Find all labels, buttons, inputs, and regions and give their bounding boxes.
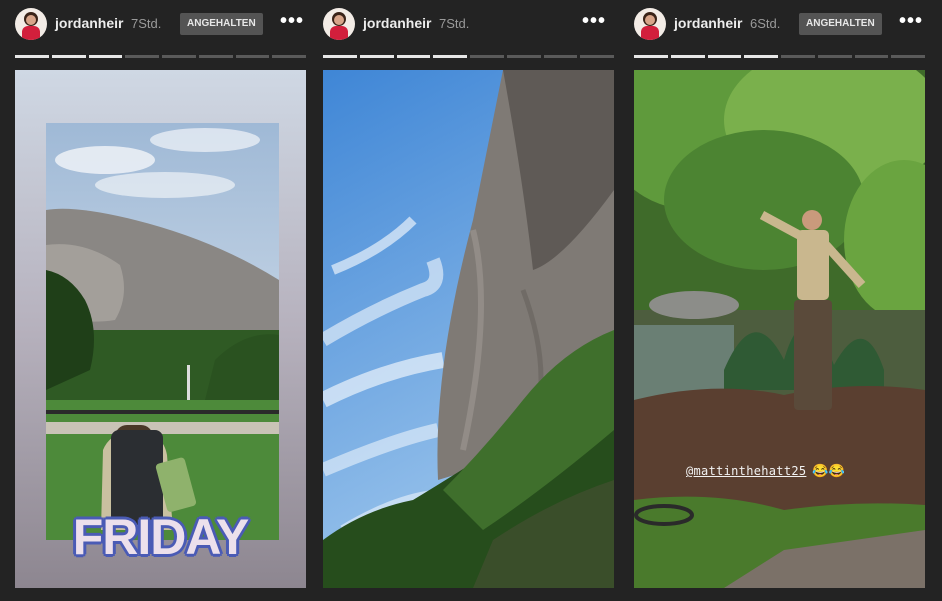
- more-options-icon[interactable]: •••: [280, 10, 304, 33]
- progress-bar: [634, 55, 925, 58]
- progress-segment: [272, 55, 306, 58]
- story-header: jordanheir 6Std. ANGEHALTEN •••: [634, 8, 925, 40]
- progress-segment: [51, 55, 86, 58]
- laughing-emoji: 😂😂: [812, 464, 846, 479]
- avatar[interactable]: [15, 8, 47, 40]
- avatar[interactable]: [323, 8, 355, 40]
- progress-segment: [580, 55, 614, 58]
- timestamp: 7Std.: [131, 16, 162, 31]
- progress-segment: [506, 55, 541, 58]
- progress-segment: [744, 55, 778, 58]
- story-1: jordanheir 7Std. ANGEHALTEN ••• FRIDAY: [15, 0, 306, 601]
- story-header: jordanheir 7Std. •••: [323, 8, 614, 40]
- avatar[interactable]: [634, 8, 666, 40]
- more-options-icon[interactable]: •••: [899, 10, 923, 33]
- timestamp: 6Std.: [750, 16, 781, 31]
- progress-segment: [670, 55, 705, 58]
- progress-segment: [891, 55, 925, 58]
- story-media[interactable]: FRIDAY: [15, 70, 306, 588]
- paused-badge[interactable]: ANGEHALTEN: [180, 13, 263, 35]
- rock-face-photo: [323, 70, 614, 588]
- more-options-icon[interactable]: •••: [582, 10, 606, 33]
- story-3: jordanheir 6Std. ANGEHALTEN ••• @mattint…: [634, 0, 925, 601]
- progress-segment: [433, 55, 467, 58]
- paused-badge[interactable]: ANGEHALTEN: [799, 13, 882, 35]
- progress-segment: [235, 55, 270, 58]
- progress-segment: [162, 55, 196, 58]
- progress-segment: [15, 55, 49, 58]
- park-photo: [634, 70, 925, 588]
- mention-sticker[interactable]: @mattinthehatt25 😂😂: [686, 464, 845, 479]
- progress-segment: [323, 55, 357, 58]
- progress-segment: [781, 55, 815, 58]
- progress-segment: [125, 55, 159, 58]
- story-2: jordanheir 7Std. •••: [323, 0, 614, 601]
- username[interactable]: jordanheir: [55, 15, 123, 31]
- progress-segment: [198, 55, 233, 58]
- progress-segment: [854, 55, 889, 58]
- story-media[interactable]: [323, 70, 614, 588]
- progress-segment: [634, 55, 668, 58]
- username[interactable]: jordanheir: [363, 15, 431, 31]
- story-header: jordanheir 7Std. ANGEHALTEN •••: [15, 8, 306, 40]
- progress-segment: [543, 55, 578, 58]
- progress-segment: [470, 55, 504, 58]
- progress-bar: [15, 55, 306, 58]
- progress-segment: [817, 55, 852, 58]
- story-media[interactable]: @mattinthehatt25 😂😂: [634, 70, 925, 588]
- username[interactable]: jordanheir: [674, 15, 742, 31]
- progress-segment: [359, 55, 394, 58]
- progress-segment: [88, 55, 123, 58]
- progress-bar: [323, 55, 614, 58]
- progress-segment: [707, 55, 742, 58]
- overlay-text-friday: FRIDAY: [72, 509, 250, 565]
- timestamp: 7Std.: [439, 16, 470, 31]
- progress-segment: [396, 55, 431, 58]
- mention-username[interactable]: @mattinthehatt25: [686, 464, 806, 478]
